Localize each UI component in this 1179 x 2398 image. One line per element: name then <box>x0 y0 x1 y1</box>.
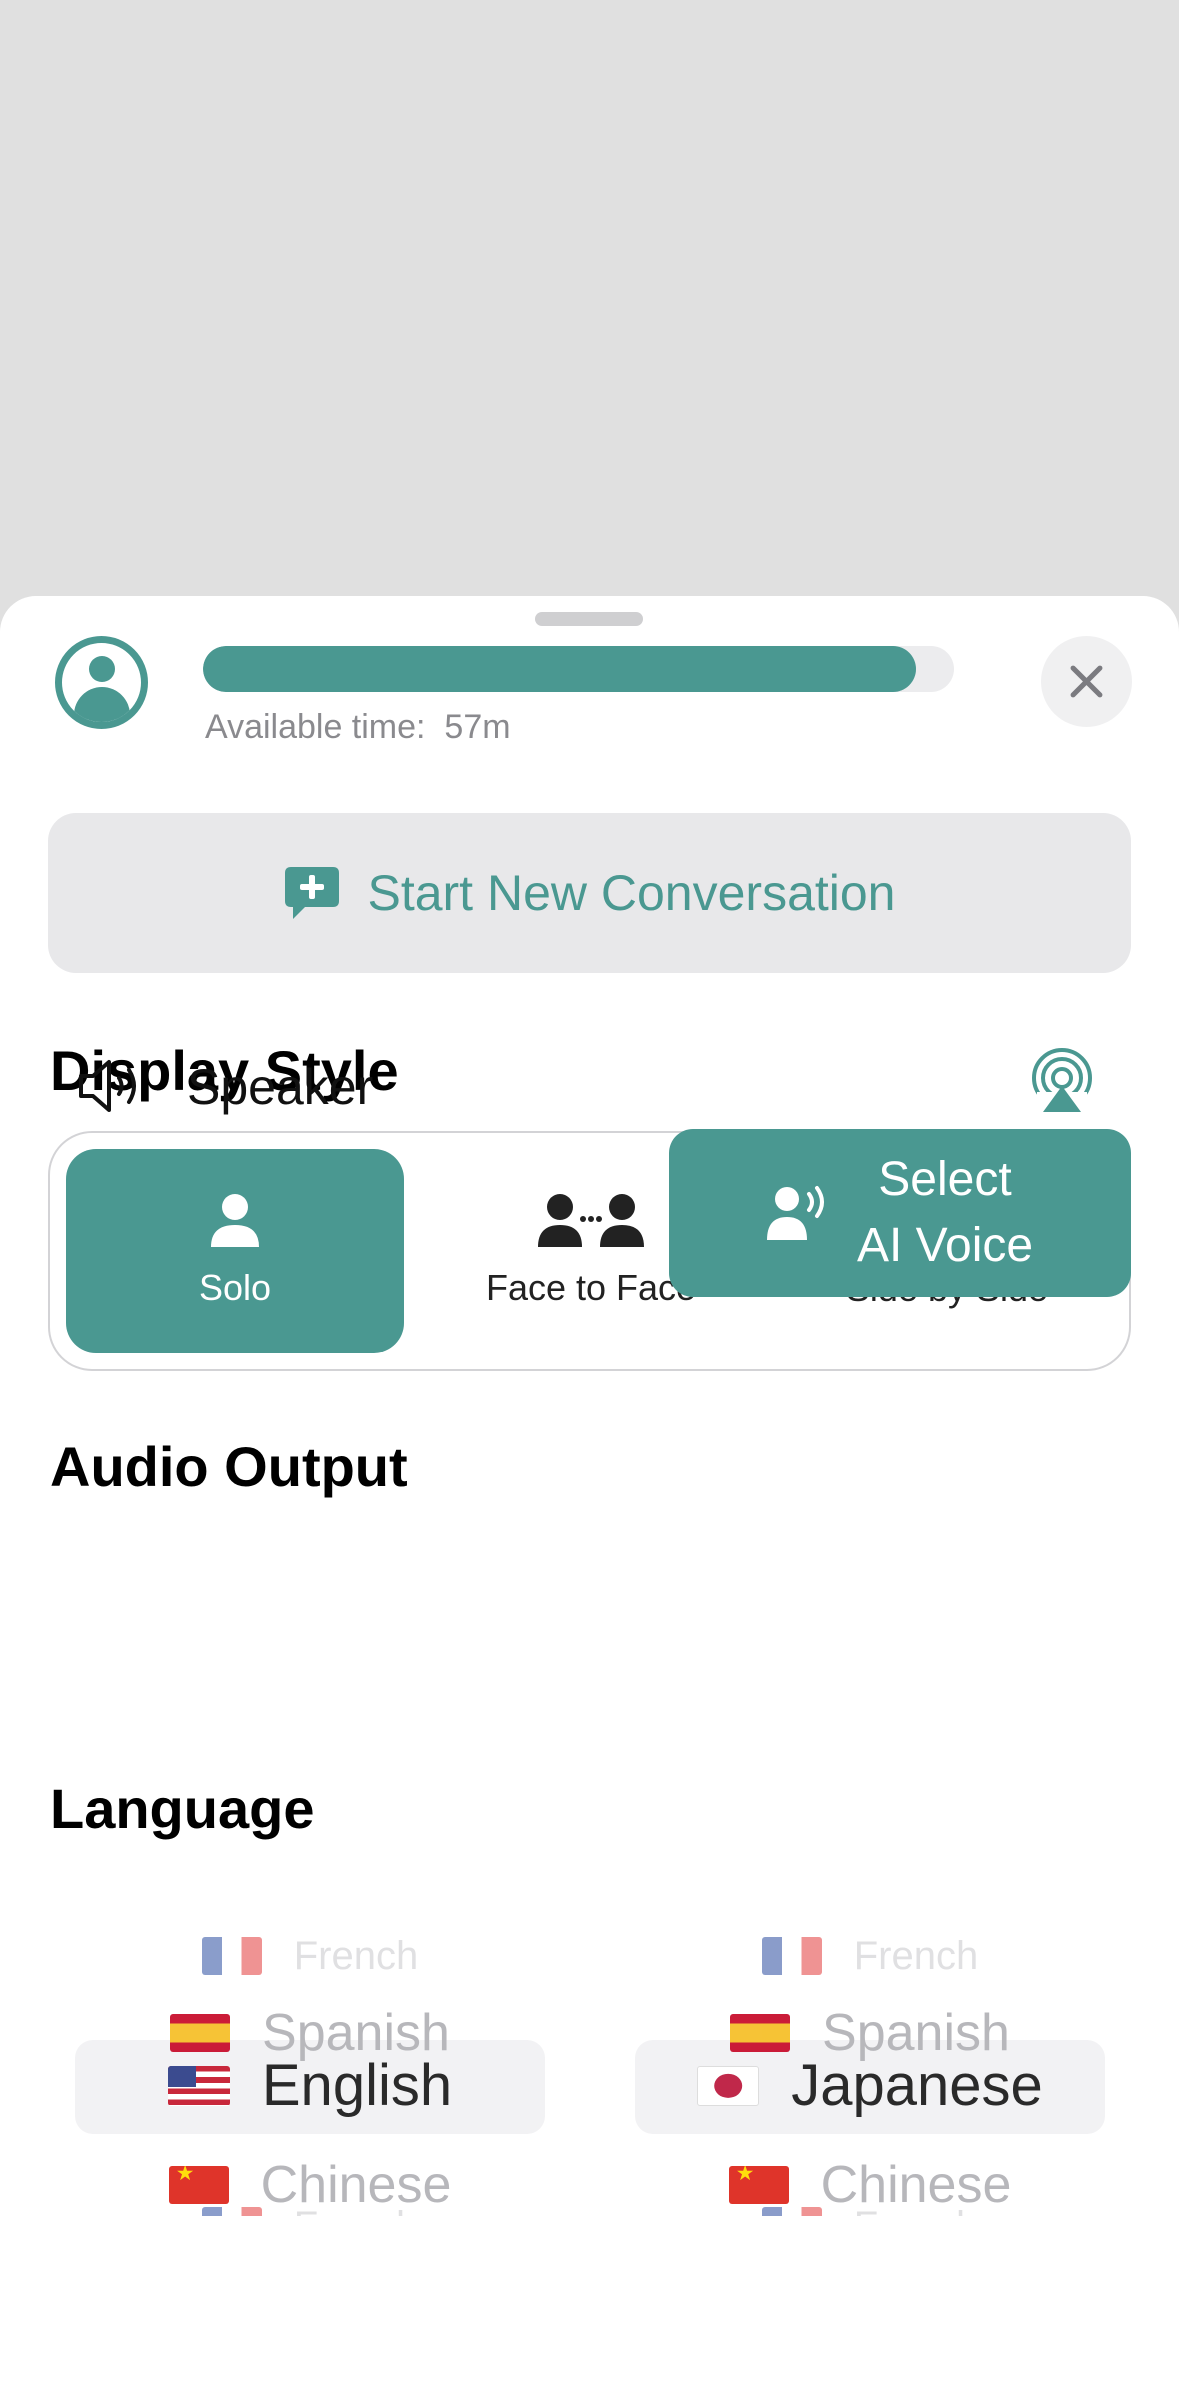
language-name: French <box>853 1933 979 1978</box>
language-name: Japanese <box>791 2053 1043 2118</box>
chat-plus-icon <box>285 867 340 919</box>
face-to-face-label: Face to Face <box>485 1267 697 1308</box>
flag-fr-icon <box>201 1937 262 1975</box>
select-ai-voice-button[interactable]: Select AI Voice <box>669 1129 1131 1297</box>
avatar-body <box>74 687 130 722</box>
language-option[interactable]: French <box>75 1926 545 1986</box>
profile-avatar-icon[interactable] <box>55 636 148 729</box>
language-name: French <box>854 2204 979 2217</box>
language-option[interactable]: French <box>635 2196 1105 2216</box>
start-new-conversation-button[interactable]: Start New Conversation <box>48 813 1131 973</box>
airplay-icon[interactable] <box>1029 1048 1095 1114</box>
select-ai-voice-line2: AI Voice <box>856 1219 1034 1272</box>
solo-label: Solo <box>198 1267 272 1308</box>
face-to-face-icon <box>538 1194 644 1247</box>
voice-person-icon <box>766 1186 824 1240</box>
language-option[interactable]: English <box>75 2042 545 2129</box>
language-title: Language <box>50 1777 315 1840</box>
person-icon <box>211 1194 259 1247</box>
start-new-conversation-label: Start New Conversation <box>367 865 896 921</box>
select-ai-voice-line1: Select <box>878 1153 1012 1206</box>
source-language-picker[interactable]: FrenchSpanishEnglishChineseFrench <box>75 1926 545 2216</box>
available-time: Available time: 57m <box>205 708 511 747</box>
audio-output-title: Audio Output <box>50 1435 408 1498</box>
sheet-grabber[interactable] <box>535 612 643 626</box>
target-language-picker[interactable]: FrenchSpanishJapaneseChineseFrench <box>635 1926 1105 2216</box>
time-progress-fill <box>203 646 917 692</box>
language-name: French <box>294 2204 419 2217</box>
language-name: English <box>261 2053 453 2118</box>
display-style-solo[interactable]: Solo <box>66 1149 404 1353</box>
flag-fr-icon <box>761 2207 822 2216</box>
available-time-label: Available time: <box>205 708 426 746</box>
language-option[interactable]: French <box>75 2196 545 2216</box>
close-button[interactable] <box>1041 636 1132 727</box>
available-time-value: 57m <box>444 708 511 746</box>
time-progress-bar <box>203 646 954 692</box>
select-ai-voice-label: Select AI Voice <box>857 1147 1033 1279</box>
speaker-icon <box>79 1060 136 1112</box>
flag-jp-icon <box>697 2065 760 2106</box>
flag-us-icon <box>167 2065 230 2106</box>
audio-output-row[interactable]: Speaker <box>0 1026 1179 1146</box>
language-option[interactable]: Japanese <box>635 2042 1105 2129</box>
speaker-label: Speaker <box>187 1059 374 1115</box>
flag-fr-icon <box>761 1937 822 1975</box>
avatar-head <box>89 656 115 682</box>
language-name: French <box>293 1933 419 1978</box>
flag-fr-icon <box>201 2207 262 2216</box>
language-option[interactable]: French <box>635 1926 1105 1986</box>
